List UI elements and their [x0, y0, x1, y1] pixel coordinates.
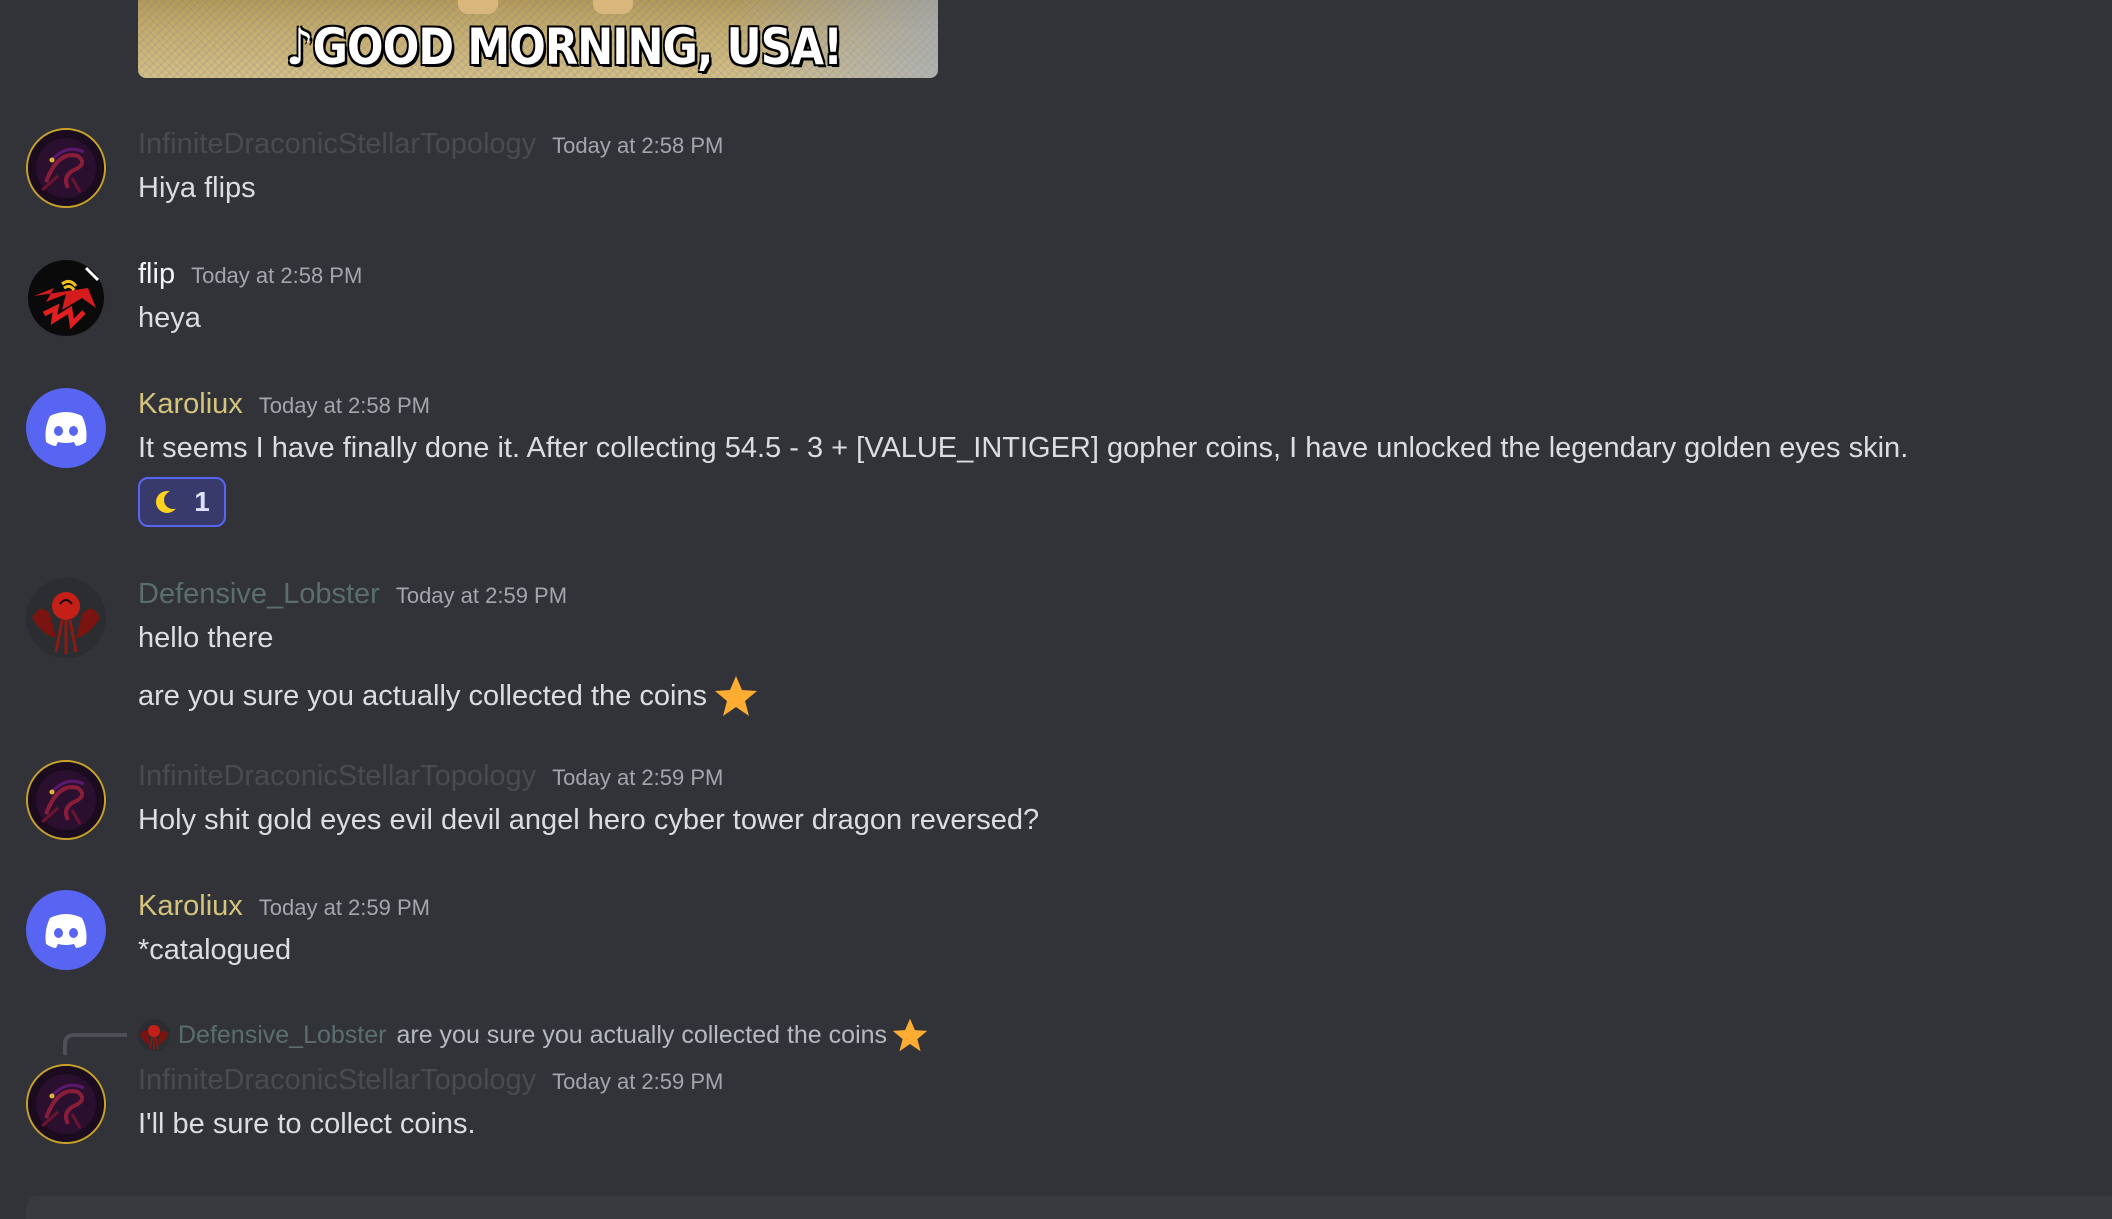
- username[interactable]: InfiniteDraconicStellarTopology: [138, 760, 536, 793]
- dragon-avatar-icon: [28, 130, 104, 206]
- timestamp: Today at 2:59 PM: [258, 895, 430, 920]
- timestamp: Today at 2:58 PM: [191, 263, 363, 288]
- star-emoji-icon: [715, 676, 758, 716]
- reply-text[interactable]: are you sure you actually collected the …: [396, 1021, 887, 1050]
- username[interactable]: Karoliux: [138, 890, 243, 923]
- timestamp: Today at 2:59 PM: [552, 765, 724, 790]
- flip-avatar-icon: [26, 258, 106, 338]
- timestamp: Today at 2:59 PM: [395, 583, 568, 608]
- discord-logo-icon: [45, 914, 87, 948]
- chat-window: ♪GOOD MORNING, USA! InfiniteDraconicStel…: [0, 0, 2112, 1219]
- message-text: *catalogued: [138, 934, 292, 966]
- gif-embed[interactable]: ♪GOOD MORNING, USA!: [138, 0, 938, 78]
- dragon-avatar-icon: [28, 1066, 104, 1142]
- message-text: I'll be sure to collect coins.: [138, 1108, 476, 1140]
- gif-figure-foot: [593, 0, 633, 14]
- discord-logo-icon: [45, 412, 87, 446]
- avatar-flip[interactable]: [26, 258, 106, 338]
- message-text: Holy shit gold eyes evil devil angel her…: [138, 804, 1040, 836]
- timestamp: Today at 2:58 PM: [552, 133, 724, 158]
- username[interactable]: InfiniteDraconicStellarTopology: [138, 128, 536, 161]
- lobster-avatar-icon: [26, 578, 106, 658]
- avatar-karoliux[interactable]: [26, 388, 106, 468]
- avatar-dragon[interactable]: [26, 1064, 106, 1144]
- avatar-lobster[interactable]: [26, 578, 106, 658]
- reaction-button[interactable]: 1: [138, 477, 226, 527]
- username[interactable]: flip: [138, 258, 175, 291]
- gif-caption: ♪GOOD MORNING, USA!: [286, 18, 843, 76]
- reaction-count: 1: [194, 486, 210, 517]
- message-text: are you sure you actually collected the …: [138, 679, 708, 712]
- message-text: It seems I have finally done it. After c…: [138, 432, 1909, 464]
- message-text: hello there: [138, 622, 274, 654]
- reply-avatar: [138, 1019, 170, 1051]
- gif-figure-foot: [458, 0, 498, 14]
- avatar-dragon[interactable]: [26, 128, 106, 208]
- star-emoji-icon: [892, 1018, 928, 1052]
- avatar-dragon[interactable]: [26, 760, 106, 840]
- dragon-avatar-icon: [28, 762, 104, 838]
- timestamp: Today at 2:59 PM: [552, 1069, 724, 1094]
- message-line: are you sure you actually collected the …: [138, 674, 759, 718]
- reply-preview[interactable]: Defensive_Lobster are you sure you actua…: [138, 1017, 929, 1053]
- timestamp: Today at 2:58 PM: [258, 393, 430, 418]
- reply-username[interactable]: Defensive_Lobster: [178, 1021, 386, 1050]
- crescent-moon-icon: [156, 491, 181, 513]
- avatar-karoliux[interactable]: [26, 890, 106, 970]
- username[interactable]: InfiniteDraconicStellarTopology: [138, 1064, 536, 1097]
- username[interactable]: Karoliux: [138, 388, 243, 421]
- message-text: Hiya flips: [138, 172, 256, 204]
- message-composer[interactable]: [26, 1196, 2112, 1219]
- reply-connector: [63, 1033, 127, 1055]
- message-text: heya: [138, 302, 201, 334]
- lobster-avatar-icon: [138, 1019, 170, 1051]
- username[interactable]: Defensive_Lobster: [138, 578, 380, 611]
